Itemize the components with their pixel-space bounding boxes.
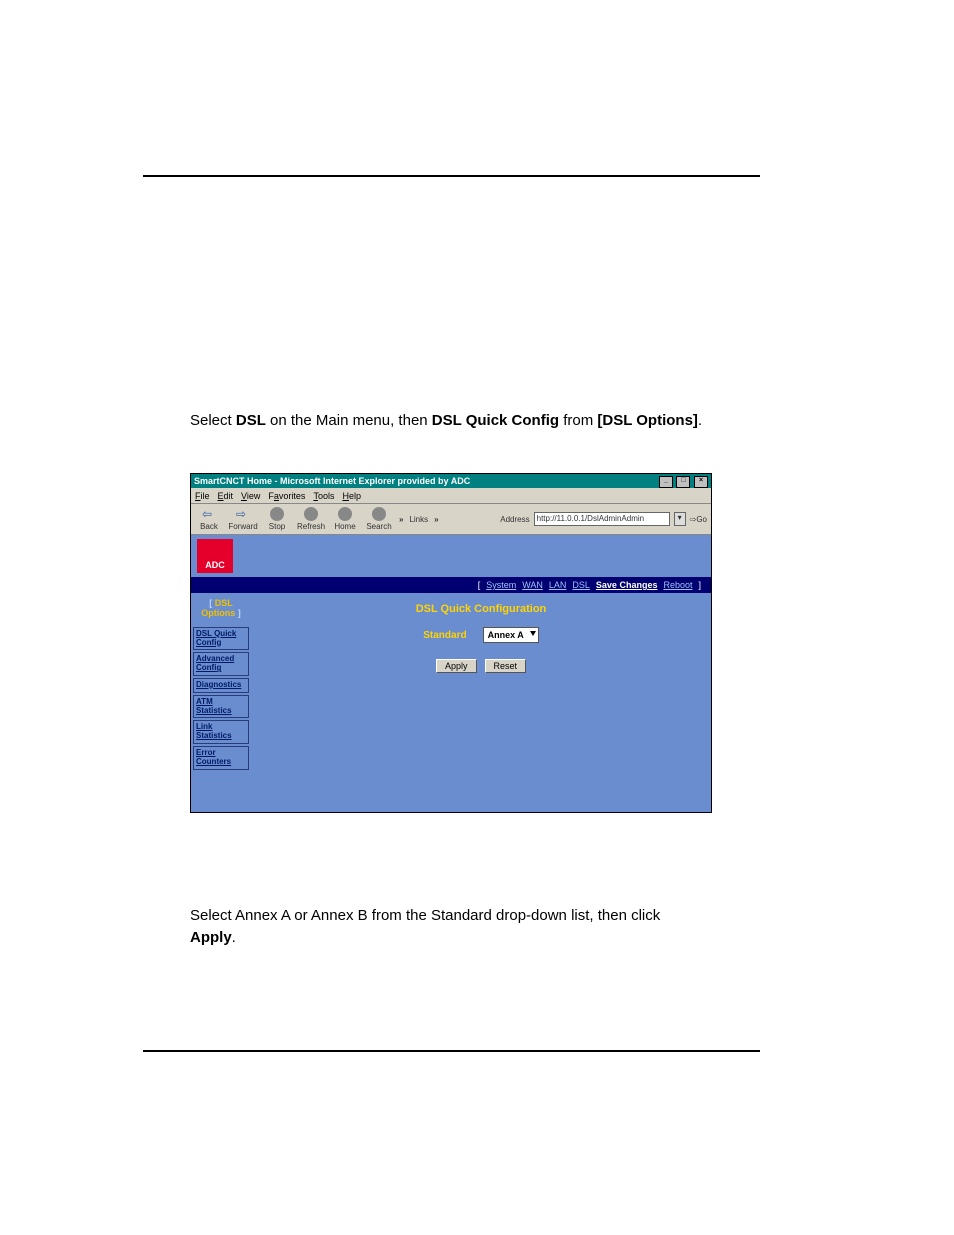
titlebar: SmartCNCT Home - Microsoft Internet Expl… bbox=[191, 474, 711, 488]
sidebar-item-advanced-config[interactable]: Advanced Config bbox=[193, 652, 249, 676]
maximize-button[interactable]: □ bbox=[676, 476, 690, 488]
menu-help[interactable]: Help bbox=[342, 491, 361, 501]
address-bar: Address http://11.0.0.1/DslAdminAdmin ▾ … bbox=[500, 512, 707, 526]
sidebar-item-error-counters[interactable]: Error Counters bbox=[193, 746, 249, 770]
nav-system[interactable]: System bbox=[486, 580, 516, 590]
menu-tools[interactable]: Tools bbox=[313, 491, 334, 501]
stop-icon bbox=[270, 507, 284, 521]
nav-wan[interactable]: WAN bbox=[522, 580, 543, 590]
search-icon bbox=[372, 507, 386, 521]
text-options: [DSL Options] bbox=[597, 412, 698, 429]
refresh-icon bbox=[304, 507, 318, 521]
step-2: Select Annex A or Annex B from the Stand… bbox=[190, 905, 710, 949]
sidebar-item-atm-statistics[interactable]: ATM Statistics bbox=[193, 695, 249, 719]
bracket: [ bbox=[478, 580, 481, 590]
step-1: Select DSL on the Main menu, then DSL Qu… bbox=[190, 410, 715, 455]
back-icon: ⇦ bbox=[202, 507, 216, 521]
browser-window: SmartCNCT Home - Microsoft Internet Expl… bbox=[190, 473, 712, 813]
sidebar-item-link-statistics[interactable]: Link Statistics bbox=[193, 720, 249, 744]
menubar: File Edit View Favorites Tools Help bbox=[191, 488, 711, 504]
go-button[interactable]: ⇨Go bbox=[690, 515, 707, 524]
nav-reboot[interactable]: Reboot bbox=[663, 580, 692, 590]
links-label: Links bbox=[409, 515, 428, 524]
standard-select[interactable]: Annex A bbox=[483, 627, 539, 643]
sidebar-item-diagnostics[interactable]: Diagnostics bbox=[193, 678, 249, 693]
text-dsl: DSL bbox=[236, 412, 266, 429]
search-button[interactable]: Search bbox=[365, 507, 393, 531]
divider-bottom bbox=[143, 1050, 760, 1052]
home-button[interactable]: Home bbox=[331, 507, 359, 531]
address-label: Address bbox=[500, 515, 529, 524]
bracket: ] bbox=[698, 580, 701, 590]
stop-button[interactable]: Stop bbox=[263, 507, 291, 531]
sidebar-heading: [ DSL Options ] bbox=[193, 599, 249, 619]
standard-label: Standard bbox=[423, 630, 466, 641]
main-panel: DSL Quick Configuration Standard Annex A… bbox=[251, 593, 711, 814]
nav-save-changes[interactable]: Save Changes bbox=[596, 580, 658, 590]
nav-dsl[interactable]: DSL bbox=[572, 580, 590, 590]
text-quick: DSL Quick Config bbox=[432, 412, 559, 429]
nav-lan[interactable]: LAN bbox=[549, 580, 567, 590]
forward-icon: ⇨ bbox=[236, 507, 250, 521]
minimize-button[interactable]: _ bbox=[659, 476, 673, 488]
button-row: Apply Reset bbox=[251, 659, 711, 673]
text-apply: Apply bbox=[190, 929, 232, 946]
refresh-button[interactable]: Refresh bbox=[297, 507, 325, 531]
text: from bbox=[559, 412, 597, 429]
menu-file[interactable]: File bbox=[195, 491, 210, 501]
back-button[interactable]: ⇦Back bbox=[195, 507, 223, 531]
apply-button[interactable]: Apply bbox=[436, 659, 477, 673]
window-controls: _ □ × bbox=[658, 474, 708, 488]
logo-strip: ADC bbox=[191, 535, 711, 577]
menu-view[interactable]: View bbox=[241, 491, 260, 501]
text: on the Main menu, then bbox=[266, 412, 432, 429]
address-dropdown[interactable]: ▾ bbox=[674, 512, 686, 526]
forward-button[interactable]: ⇨Forward bbox=[229, 507, 257, 531]
toolbar-more-1[interactable]: » bbox=[399, 515, 403, 524]
close-button[interactable]: × bbox=[694, 476, 708, 488]
standard-row: Standard Annex A bbox=[251, 627, 711, 643]
window-title: SmartCNCT Home - Microsoft Internet Expl… bbox=[194, 476, 470, 486]
home-icon bbox=[338, 507, 352, 521]
reset-button[interactable]: Reset bbox=[485, 659, 527, 673]
divider-top bbox=[143, 175, 760, 177]
top-nav: [ System WAN LAN DSL Save Changes Reboot… bbox=[191, 577, 711, 593]
address-input[interactable]: http://11.0.0.1/DslAdminAdmin bbox=[534, 512, 670, 526]
logo: ADC bbox=[197, 539, 233, 573]
toolbar: ⇦Back ⇨Forward Stop Refresh Home Search … bbox=[191, 504, 711, 535]
text: Select Annex A or Annex B from the Stand… bbox=[190, 907, 660, 924]
menu-favorites[interactable]: Favorites bbox=[268, 491, 305, 501]
text: . bbox=[232, 929, 236, 946]
page: Select DSL on the Main menu, then DSL Qu… bbox=[0, 0, 954, 1235]
sidebar: [ DSL Options ] DSL Quick Config Advance… bbox=[191, 593, 251, 814]
panel-title: DSL Quick Configuration bbox=[251, 603, 711, 615]
sidebar-item-dsl-quick-config[interactable]: DSL Quick Config bbox=[193, 627, 249, 651]
menu-edit[interactable]: Edit bbox=[218, 491, 234, 501]
text: Select bbox=[190, 412, 236, 429]
text: . bbox=[698, 412, 702, 429]
toolbar-more-2[interactable]: » bbox=[434, 515, 438, 524]
content-row: [ DSL Options ] DSL Quick Config Advance… bbox=[191, 593, 711, 814]
